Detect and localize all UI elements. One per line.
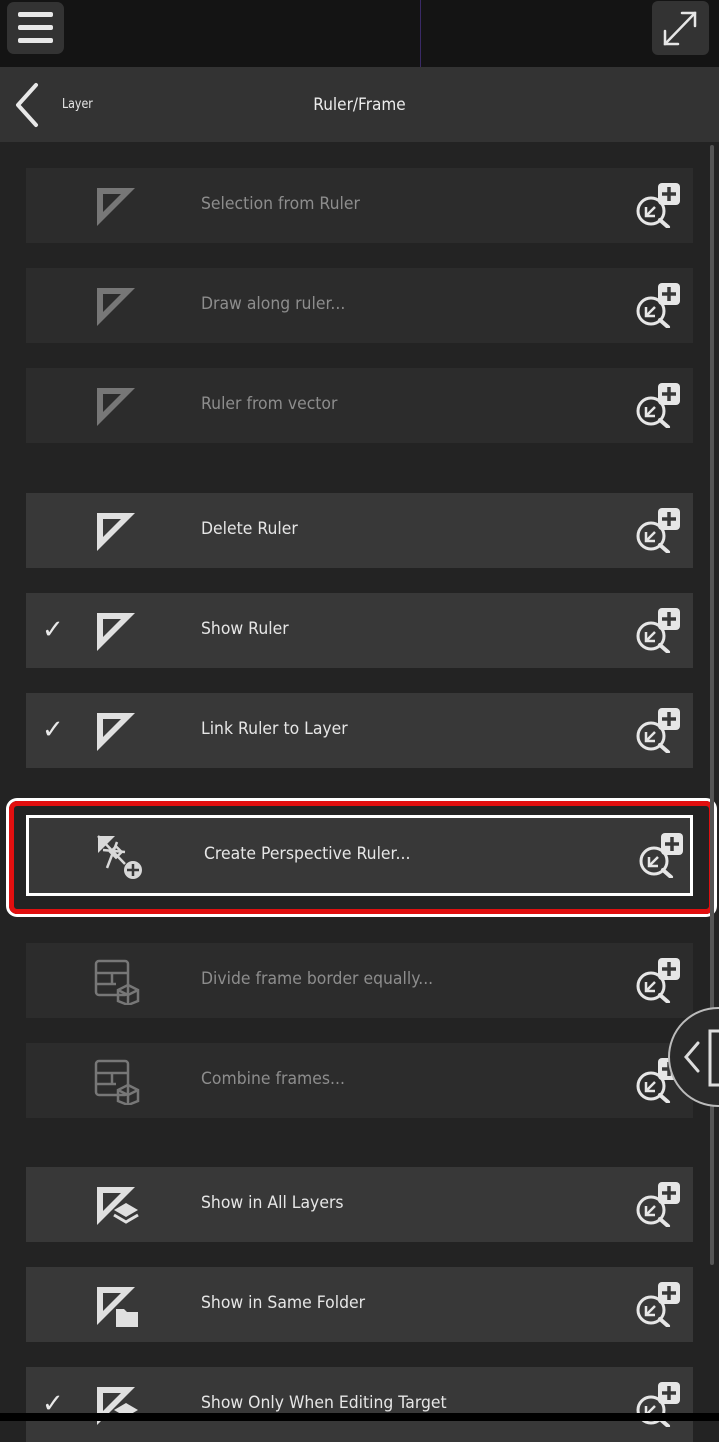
- hamburger-menu-icon[interactable]: [7, 2, 64, 54]
- ruler-target-icon: [97, 1387, 138, 1425]
- page-title: Ruler/Frame: [313, 95, 406, 115]
- add-to-quick-access-icon[interactable]: [633, 957, 681, 1003]
- item-label: Show Only When Editing Target: [201, 1393, 447, 1413]
- top-toolbar: [0, 0, 719, 67]
- item-label: Delete Ruler: [201, 519, 298, 539]
- ruler-layers-icon: [97, 1187, 139, 1225]
- list-item-draw-along-ruler[interactable]: Draw along ruler...: [26, 268, 693, 343]
- item-label: Show Ruler: [201, 619, 289, 639]
- check-icon: ✓: [42, 615, 64, 645]
- add-to-quick-access-icon[interactable]: [633, 382, 681, 428]
- add-to-quick-access-icon[interactable]: [633, 1181, 681, 1227]
- list-item-show-ruler[interactable]: ✓ Show Ruler: [26, 593, 693, 668]
- ruler-icon: [97, 513, 135, 551]
- list-item-ruler-from-vector[interactable]: Ruler from vector: [26, 368, 693, 443]
- list-item-selection-from-ruler[interactable]: Selection from Ruler: [26, 168, 693, 243]
- collapse-chevron-icon: [684, 1029, 719, 1087]
- list-item-show-in-same-folder[interactable]: Show in Same Folder: [26, 1267, 693, 1342]
- item-label: Ruler from vector: [201, 394, 338, 414]
- item-label: Show in Same Folder: [201, 1293, 366, 1313]
- frame-border-icon: [94, 959, 140, 1005]
- ruler-icon: [97, 188, 135, 226]
- frame-border-icon: [94, 1059, 140, 1105]
- add-to-quick-access-icon[interactable]: [633, 507, 681, 553]
- side-panel-handle[interactable]: [668, 1007, 719, 1107]
- item-label: Combine frames...: [201, 1069, 345, 1089]
- item-label: Link Ruler to Layer: [201, 719, 348, 739]
- check-icon: ✓: [42, 715, 64, 745]
- item-label: Divide frame border equally...: [201, 969, 434, 989]
- list-item-divide-frame-border[interactable]: Divide frame border equally...: [26, 943, 693, 1018]
- add-to-quick-access-icon[interactable]: [633, 282, 681, 328]
- highlight-box: [9, 801, 714, 914]
- list-item-delete-ruler[interactable]: Delete Ruler: [26, 493, 693, 568]
- command-list: Selection from Ruler Draw along ruler...…: [0, 142, 719, 1442]
- canvas-divider: [420, 0, 421, 67]
- list-item-show-only-when-editing-target[interactable]: ✓ Show Only When Editing Target: [26, 1367, 693, 1442]
- nav-header: Layer Ruler/Frame: [0, 67, 719, 142]
- ruler-icon: [97, 288, 135, 326]
- add-to-quick-access-icon[interactable]: [633, 707, 681, 753]
- bottom-edge: [0, 1413, 719, 1421]
- list-item-combine-frames[interactable]: Combine frames...: [26, 1043, 693, 1118]
- expand-arrows-icon[interactable]: [652, 1, 709, 55]
- add-to-quick-access-icon[interactable]: [633, 1281, 681, 1327]
- ruler-folder-icon: [97, 1287, 138, 1327]
- item-label: Selection from Ruler: [201, 194, 360, 214]
- item-label: Show in All Layers: [201, 1193, 344, 1213]
- ruler-icon: [97, 713, 135, 751]
- item-label: Draw along ruler...: [201, 294, 346, 314]
- list-item-show-in-all-layers[interactable]: Show in All Layers: [26, 1167, 693, 1242]
- ruler-icon: [97, 613, 135, 651]
- add-to-quick-access-icon[interactable]: [633, 607, 681, 653]
- add-to-quick-access-icon[interactable]: [633, 182, 681, 228]
- ruler-icon: [97, 388, 135, 426]
- list-item-link-ruler-to-layer[interactable]: ✓ Link Ruler to Layer: [26, 693, 693, 768]
